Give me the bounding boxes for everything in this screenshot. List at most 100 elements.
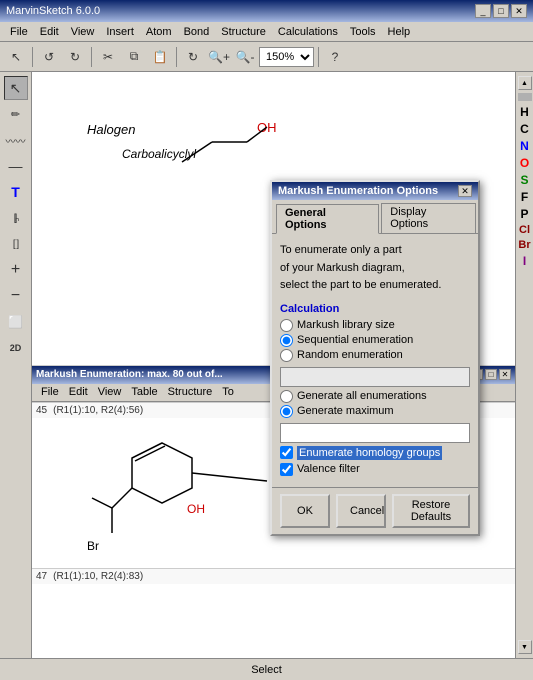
dialog-close-btn[interactable]: ✕ <box>458 185 472 197</box>
sub-menu-file[interactable]: File <box>36 386 64 398</box>
sub-menu-to[interactable]: To <box>217 386 239 398</box>
mol-row-47-header: 47 (R1(1):10, R2(4):83) <box>32 568 515 584</box>
title-bar: MarvinSketch 6.0.0 _ □ ✕ <box>0 0 533 22</box>
help-btn[interactable]: ? <box>323 45 347 69</box>
radio-markush-row: Markush library size <box>280 319 470 332</box>
arrow-tool[interactable]: ↖ <box>4 76 28 100</box>
checkbox-valence[interactable] <box>280 463 293 476</box>
menu-calculations[interactable]: Calculations <box>272 25 344 39</box>
radio-sequential-label: Sequential enumeration <box>297 334 413 346</box>
dialog-tabs: General Options Display Options <box>272 200 478 234</box>
dialog-info: To enumerate only a part of your Markush… <box>280 242 470 295</box>
element-Br[interactable]: Br <box>518 238 530 252</box>
radio-gen-max[interactable] <box>280 405 293 418</box>
mol-47-svg: HO Br <box>32 584 302 659</box>
checkbox-homology[interactable] <box>280 446 293 459</box>
right-scroll-up[interactable]: ▲ <box>518 76 532 90</box>
rect-tool[interactable]: ⬜ <box>4 310 28 334</box>
cut-btn[interactable]: ✂ <box>96 45 120 69</box>
checkbox-valence-label: Valence filter <box>297 463 360 475</box>
zoom-in-btn[interactable]: 🔍+ <box>207 45 231 69</box>
radio-gen-all[interactable] <box>280 390 293 403</box>
radio-markush[interactable] <box>280 319 293 332</box>
separator-3 <box>176 47 177 67</box>
separator-2 <box>91 47 92 67</box>
menu-structure[interactable]: Structure <box>215 25 272 39</box>
molecule-svg <box>82 112 302 212</box>
radio-sequential[interactable] <box>280 334 293 347</box>
bracket-tool[interactable]: []ₙ <box>4 206 28 230</box>
undo-btn[interactable]: ↺ <box>37 45 61 69</box>
separator-4 <box>318 47 319 67</box>
sub-menu-edit[interactable]: Edit <box>64 386 93 398</box>
sub-menu-table[interactable]: Table <box>126 386 162 398</box>
element-C[interactable]: C <box>520 121 529 137</box>
info-line1: To enumerate only a part <box>280 242 470 260</box>
close-button[interactable]: ✕ <box>511 4 527 18</box>
radio-gen-max-label: Generate maximum <box>297 405 394 417</box>
menu-bar: File Edit View Insert Atom Bond Structur… <box>0 22 533 42</box>
radio-random[interactable] <box>280 349 293 362</box>
ring-tool[interactable]: [ ] <box>4 232 28 256</box>
wave-tool[interactable]: 〰〰 <box>4 128 28 152</box>
zoom-out-btn[interactable]: 🔍- <box>233 45 257 69</box>
ok-button[interactable]: OK <box>280 494 330 528</box>
element-F[interactable]: F <box>521 189 528 205</box>
right-scroll-down[interactable]: ▼ <box>518 640 532 654</box>
mol-47-structure: HO Br Br <box>32 584 515 659</box>
redo-btn[interactable]: ↻ <box>63 45 87 69</box>
minimize-button[interactable]: _ <box>475 4 491 18</box>
inactive-value-input[interactable]: 10000 <box>280 367 470 387</box>
menu-insert[interactable]: Insert <box>100 25 140 39</box>
text-tool[interactable]: T <box>4 180 28 204</box>
menu-edit[interactable]: Edit <box>34 25 65 39</box>
scroll-indicator <box>518 93 532 101</box>
active-value-input[interactable]: 10000 <box>280 423 470 443</box>
element-P[interactable]: P <box>520 206 528 222</box>
dialog-buttons: OK Cancel Restore Defaults <box>272 487 478 534</box>
menu-help[interactable]: Help <box>382 25 417 39</box>
info-line3: select the part to be enumerated. <box>280 277 470 295</box>
element-S[interactable]: S <box>520 172 528 188</box>
element-Cl[interactable]: Cl <box>519 223 530 237</box>
element-N[interactable]: N <box>520 138 529 154</box>
sub-close[interactable]: ✕ <box>499 369 511 380</box>
menu-file[interactable]: File <box>4 25 34 39</box>
element-O[interactable]: O <box>520 155 529 171</box>
sub-menu-structure[interactable]: Structure <box>163 386 218 398</box>
copy-btn[interactable]: ⧉ <box>122 45 146 69</box>
rotate-btn[interactable]: ↻ <box>181 45 205 69</box>
menu-tools[interactable]: Tools <box>344 25 382 39</box>
element-I[interactable]: I <box>523 253 526 269</box>
tab-general-options[interactable]: General Options <box>276 204 379 234</box>
2d-tool[interactable]: 2D <box>4 336 28 360</box>
mol-45-svg: OH Br <box>32 418 302 568</box>
sub-menu-view[interactable]: View <box>93 386 127 398</box>
tab-display-options[interactable]: Display Options <box>381 203 476 233</box>
status-bar: Select <box>0 658 533 680</box>
minus-tool[interactable]: − <box>4 284 28 308</box>
status-text: Select <box>251 664 282 676</box>
enum-options-dialog: Markush Enumeration Options ✕ General Op… <box>270 180 480 536</box>
restore-defaults-button[interactable]: Restore Defaults <box>392 494 470 528</box>
select-tool-btn[interactable]: ↖ <box>4 45 28 69</box>
app-title: MarvinSketch 6.0.0 <box>6 5 100 17</box>
paste-btn[interactable]: 📋 <box>148 45 172 69</box>
menu-atom[interactable]: Atom <box>140 25 178 39</box>
dialog-content: To enumerate only a part of your Markush… <box>272 234 478 487</box>
menu-bond[interactable]: Bond <box>178 25 216 39</box>
radio-random-row: Random enumeration <box>280 349 470 362</box>
sub-maximize[interactable]: □ <box>485 369 497 380</box>
radio-markush-label: Markush library size <box>297 319 395 331</box>
mol-45-label: 45 <box>36 405 47 416</box>
zoom-select[interactable]: 50% 75% 100% 150% 200% <box>259 47 314 67</box>
toolbar: ↖ ↺ ↻ ✂ ⧉ 📋 ↻ 🔍+ 🔍- 50% 75% 100% 150% 20… <box>0 42 533 72</box>
element-H[interactable]: H <box>520 104 529 120</box>
line-tool[interactable]: — <box>4 154 28 178</box>
pencil-tool[interactable]: ✏ <box>4 102 28 126</box>
cancel-button[interactable]: Cancel <box>336 494 386 528</box>
maximize-button[interactable]: □ <box>493 4 509 18</box>
menu-view[interactable]: View <box>65 25 101 39</box>
mol-45-params: (R1(1):10, R2(4):56) <box>53 405 143 416</box>
add-tool[interactable]: + <box>4 258 28 282</box>
